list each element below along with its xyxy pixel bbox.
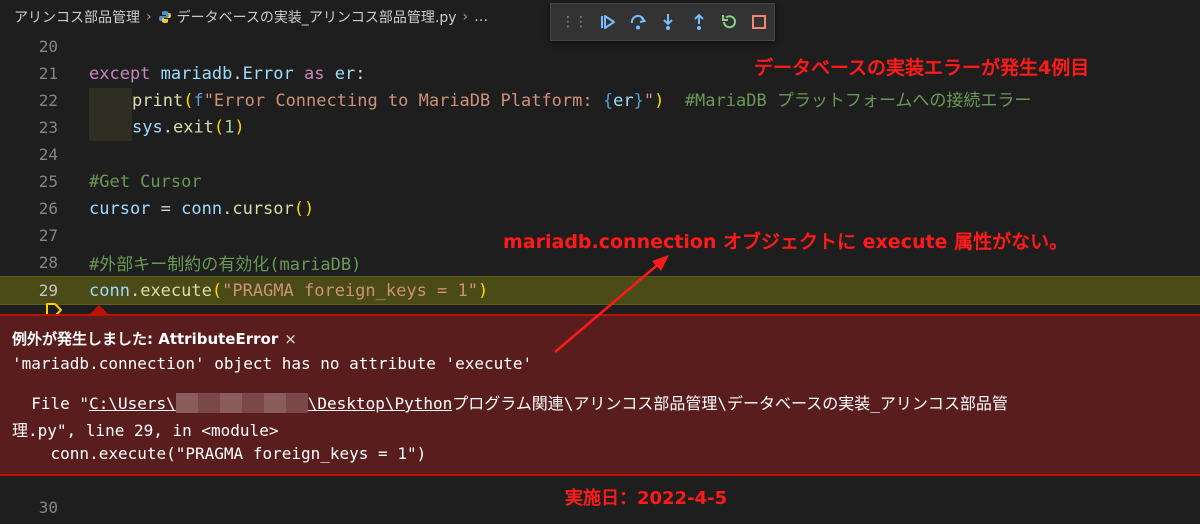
line-number[interactable]: 22 bbox=[0, 91, 58, 110]
variable: er bbox=[613, 91, 634, 112]
number: 1 bbox=[224, 117, 235, 138]
line-number[interactable]: 25 bbox=[0, 172, 58, 191]
path-rest: プログラム関連\アリンコス部品管理\データベースの実装_アリンコス部品管 bbox=[452, 394, 1008, 413]
variable: er bbox=[334, 63, 356, 84]
python-file-icon bbox=[158, 10, 172, 24]
step-over-button[interactable] bbox=[623, 6, 653, 38]
class-name: Error bbox=[242, 63, 294, 84]
paren: ( bbox=[213, 117, 225, 138]
code-text[interactable]: sys.exit(1) bbox=[89, 114, 245, 141]
line-number[interactable]: 20 bbox=[0, 37, 58, 56]
colon: : bbox=[355, 63, 366, 84]
indent-guide bbox=[89, 114, 132, 141]
object-name: conn bbox=[89, 280, 130, 301]
function-name: print bbox=[132, 91, 184, 112]
code-line-24: 24 bbox=[0, 141, 1200, 168]
exception-title: 例外が発生しました: AttributeError × bbox=[12, 328, 297, 349]
trace-prefix: File " bbox=[12, 394, 90, 413]
fstring-prefix: f bbox=[193, 91, 204, 112]
step-out-button[interactable] bbox=[684, 6, 714, 38]
line-number[interactable]: 28 bbox=[0, 253, 58, 272]
close-icon[interactable]: × bbox=[284, 330, 297, 348]
indent-guide bbox=[89, 87, 132, 115]
dot: . bbox=[129, 280, 141, 301]
paren: ) bbox=[234, 117, 245, 138]
code-line-29-current: 29 conn.execute("PRAGMA foreign_keys = 1… bbox=[0, 276, 1200, 317]
dot: . bbox=[162, 117, 173, 138]
breadcrumb-file[interactable]: データベースの実装_アリンコス部品管理.py bbox=[177, 7, 457, 27]
dot: . bbox=[222, 198, 233, 219]
stack-trace-line: File "C:\Users\ \Desktop\Pythonプログラム関連\アリ… bbox=[12, 390, 1008, 414]
drag-handle-icon[interactable]: ⋮⋮ bbox=[561, 14, 588, 30]
debug-toolbar: ⋮⋮ bbox=[550, 3, 775, 41]
line-number[interactable]: 21 bbox=[0, 64, 58, 83]
exception-widget: 例外が発生しました: AttributeError × 'mariadb.conn… bbox=[0, 314, 1200, 476]
string: "Error Connecting to MariaDB Platform: bbox=[203, 91, 603, 112]
stack-trace-code: conn.execute("PRAGMA foreign_keys = 1") bbox=[12, 444, 427, 463]
brace: } bbox=[633, 91, 644, 112]
annotation-date: 実施日：2022-4-5 bbox=[565, 488, 728, 509]
keyword-except: except bbox=[89, 63, 151, 84]
function-name: cursor bbox=[232, 198, 294, 219]
stop-icon bbox=[751, 15, 766, 29]
operator: = bbox=[150, 198, 182, 219]
exception-widget-pointer bbox=[90, 305, 108, 314]
continue-icon bbox=[601, 15, 616, 29]
code-line-22: 22 print(f"Error Connecting to MariaDB P… bbox=[0, 86, 1200, 115]
line-number[interactable]: 23 bbox=[0, 118, 58, 137]
code-text[interactable]: cursor = conn.cursor() bbox=[89, 199, 314, 219]
breadcrumb-folder[interactable]: アリンコス部品管理 bbox=[14, 7, 140, 27]
dot: . bbox=[232, 63, 243, 84]
file-path-link[interactable]: C:\Users\ \Desktop\Python bbox=[89, 393, 453, 413]
string: " bbox=[643, 91, 655, 112]
paren: () bbox=[293, 198, 315, 219]
code-line-25: 25 #Get Cursor bbox=[0, 168, 1200, 195]
line-number[interactable]: 29 bbox=[0, 281, 58, 300]
annotation-explanation: mariadb.connection オブジェクトに execute 属性がない… bbox=[503, 231, 1069, 253]
step-into-button[interactable] bbox=[653, 6, 683, 38]
function-name: execute bbox=[140, 280, 212, 301]
path-part: C:\Users\ bbox=[89, 394, 176, 413]
line-number[interactable]: 26 bbox=[0, 199, 58, 218]
function-name: exit bbox=[172, 117, 214, 138]
step-out-icon bbox=[693, 13, 704, 30]
string: "PRAGMA foreign_keys = 1" bbox=[222, 280, 478, 301]
brace: { bbox=[602, 91, 614, 112]
comment[interactable]: #外部キー制約の有効化(mariaDB) bbox=[89, 250, 361, 275]
paren: ) bbox=[477, 280, 489, 301]
paren: ( bbox=[183, 91, 194, 112]
object-name: conn bbox=[181, 198, 223, 219]
comment[interactable]: #Get Cursor bbox=[89, 172, 202, 192]
comment: #MariaDB プラットフォームへの接続エラー bbox=[664, 91, 1032, 112]
redacted-username bbox=[175, 393, 308, 413]
chevron-right-icon: › bbox=[462, 9, 469, 25]
restart-button[interactable] bbox=[714, 6, 744, 38]
stop-button[interactable] bbox=[744, 6, 774, 38]
path-part: \Desktop\Python bbox=[307, 394, 453, 413]
continue-button[interactable] bbox=[593, 6, 623, 38]
module-name: sys bbox=[132, 117, 163, 138]
restart-icon bbox=[721, 15, 736, 29]
code-text[interactable]: print(f"Error Connecting to MariaDB Plat… bbox=[89, 86, 1031, 115]
breadcrumb-more[interactable]: … bbox=[474, 9, 488, 25]
line-number[interactable]: 30 bbox=[0, 498, 58, 517]
chevron-right-icon: › bbox=[146, 9, 152, 25]
exception-title-text: 例外が発生しました: AttributeError bbox=[12, 330, 279, 348]
code-text[interactable]: conn.execute("PRAGMA foreign_keys = 1") bbox=[89, 281, 488, 301]
module-name: mariadb bbox=[150, 63, 233, 84]
step-into-icon bbox=[663, 14, 674, 30]
stack-trace-line: 理.py", line 29, in <module> bbox=[12, 421, 279, 440]
variable: cursor bbox=[89, 198, 151, 219]
code-line-26: 26 cursor = conn.cursor() bbox=[0, 195, 1200, 222]
line-number[interactable]: 24 bbox=[0, 145, 58, 164]
paren: ( bbox=[211, 280, 223, 301]
keyword-as: as bbox=[293, 63, 335, 84]
paren: ) bbox=[654, 91, 665, 112]
annotation-error-count: データベースの実装エラーが発生4例目 bbox=[754, 57, 1090, 79]
code-line-23: 23 sys.exit(1) bbox=[0, 114, 1200, 141]
step-over-icon bbox=[631, 14, 647, 30]
exception-message: 'mariadb.connection' object has no attri… bbox=[12, 354, 533, 373]
line-number[interactable]: 27 bbox=[0, 226, 58, 245]
code-text[interactable]: except mariadb.Error as er: bbox=[89, 64, 365, 84]
